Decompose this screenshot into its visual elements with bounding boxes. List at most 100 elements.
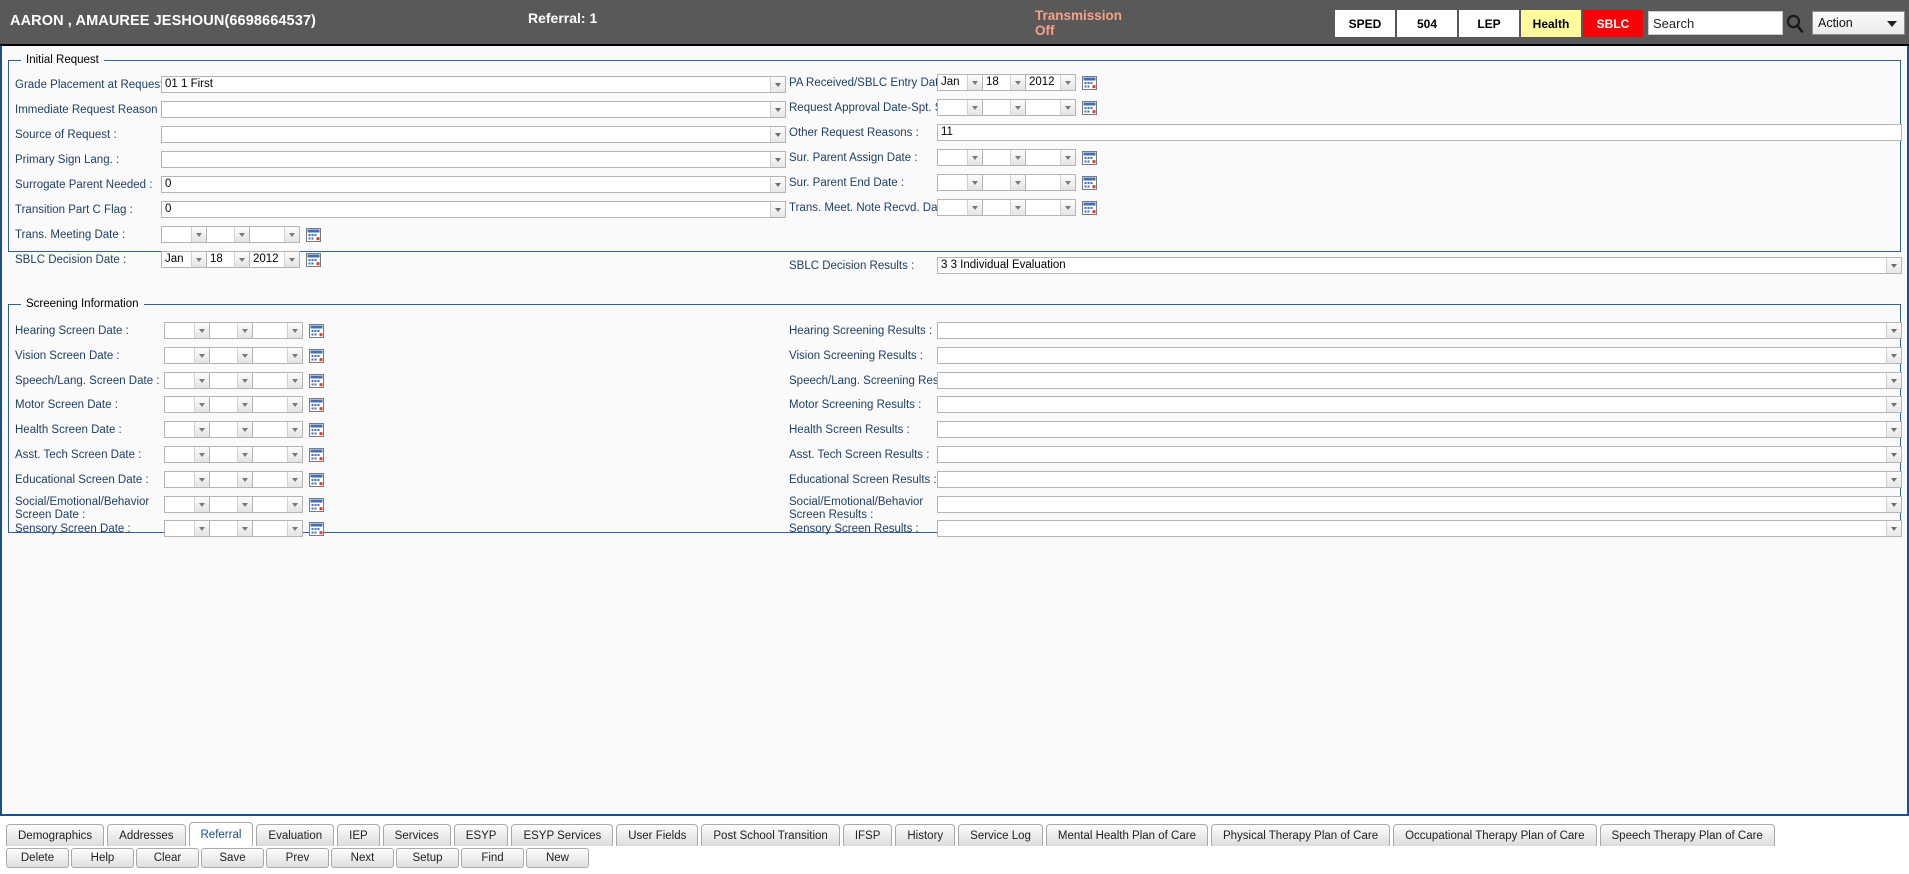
vision-screen-date-year-select[interactable] (252, 347, 303, 364)
calendar-icon[interactable] (309, 397, 324, 412)
field-health-screen-results[interactable] (937, 421, 1902, 438)
field-asst-tech-screen-results[interactable] (937, 446, 1902, 463)
calendar-icon[interactable] (1082, 150, 1097, 165)
calendar-icon[interactable] (306, 227, 321, 242)
calendar-icon[interactable] (1082, 200, 1097, 215)
motor-screen-date-month-select[interactable] (164, 396, 210, 413)
health-screen-date-month-select[interactable] (164, 421, 210, 438)
speech-lang-screen-date-year-select[interactable] (252, 372, 303, 389)
sur-parent-end-date-month-select[interactable] (937, 174, 983, 191)
field-motor-screening-results[interactable] (937, 396, 1902, 413)
field-sensory-screen-results[interactable] (937, 520, 1902, 537)
request-approval-date-spt-serv-day-select[interactable] (982, 99, 1026, 116)
field-sblc-decision-results[interactable]: 3 3 Individual Evaluation (937, 257, 1902, 274)
speech-lang-screen-date-month-select[interactable] (164, 372, 210, 389)
speech-lang-screen-date-day-select[interactable] (209, 372, 253, 389)
sblc-decision-date-day-select[interactable]: 18 (206, 251, 250, 268)
field-transition-part-c-flag[interactable]: 0 (161, 201, 786, 218)
tab-history[interactable]: History (895, 824, 956, 846)
setup-button[interactable]: Setup (396, 848, 459, 868)
program-button-lep[interactable]: LEP (1459, 10, 1519, 37)
field-immediate-request-reason[interactable] (161, 101, 786, 118)
sblc-decision-date-year-select[interactable]: 2012 (249, 251, 300, 268)
tab-physical-therapy-plan-of-care[interactable]: Physical Therapy Plan of Care (1210, 824, 1391, 846)
asst-tech-screen-date-year-select[interactable] (252, 446, 303, 463)
request-approval-date-spt-serv-month-select[interactable] (937, 99, 983, 116)
calendar-icon[interactable] (309, 422, 324, 437)
motor-screen-date-year-select[interactable] (252, 396, 303, 413)
educational-screen-date-year-select[interactable] (252, 471, 303, 488)
calendar-icon[interactable] (309, 497, 324, 512)
request-approval-date-spt-serv-year-select[interactable] (1025, 99, 1076, 116)
trans-meet-note-recvd-date-year-select[interactable] (1025, 199, 1076, 216)
hearing-screen-date-year-select[interactable] (252, 322, 303, 339)
calendar-icon[interactable] (1082, 100, 1097, 115)
trans-meeting-date-day-select[interactable] (206, 226, 250, 243)
field-other-request-reasons[interactable]: 11 (937, 124, 1902, 141)
save-button[interactable]: Save (201, 848, 264, 868)
social-emotional-behavior-screen-date-month-select[interactable] (164, 496, 210, 513)
calendar-icon[interactable] (309, 521, 324, 536)
sur-parent-assign-date-year-select[interactable] (1025, 149, 1076, 166)
field-grade-placement-at-request[interactable]: 01 1 First (161, 76, 786, 93)
tab-esyp[interactable]: ESYP (453, 824, 509, 846)
health-screen-date-day-select[interactable] (209, 421, 253, 438)
social-emotional-behavior-screen-date-year-select[interactable] (252, 496, 303, 513)
sur-parent-assign-date-day-select[interactable] (982, 149, 1026, 166)
calendar-icon[interactable] (1082, 175, 1097, 190)
tab-ifsp[interactable]: IFSP (842, 824, 893, 846)
sensory-screen-date-day-select[interactable] (209, 520, 253, 537)
program-button-sped[interactable]: SPED (1335, 10, 1395, 37)
field-social-emotional-behavior-screen-results[interactable] (937, 496, 1902, 513)
trans-meet-note-recvd-date-month-select[interactable] (937, 199, 983, 216)
tab-services[interactable]: Services (382, 824, 451, 846)
field-surrogate-parent-needed[interactable]: 0 (161, 176, 786, 193)
calendar-icon[interactable] (309, 348, 324, 363)
help-button[interactable]: Help (71, 848, 134, 868)
sur-parent-assign-date-month-select[interactable] (937, 149, 983, 166)
program-button-504[interactable]: 504 (1397, 10, 1457, 37)
calendar-icon[interactable] (309, 472, 324, 487)
pa-received-sblc-entry-date-year-select[interactable]: 2012 (1025, 74, 1076, 91)
tab-demographics[interactable]: Demographics (6, 824, 105, 846)
educational-screen-date-day-select[interactable] (209, 471, 253, 488)
clear-button[interactable]: Clear (136, 848, 199, 868)
asst-tech-screen-date-month-select[interactable] (164, 446, 210, 463)
vision-screen-date-month-select[interactable] (164, 347, 210, 364)
next-button[interactable]: Next (331, 848, 394, 868)
asst-tech-screen-date-day-select[interactable] (209, 446, 253, 463)
search-icon[interactable] (1784, 11, 1806, 35)
social-emotional-behavior-screen-date-day-select[interactable] (209, 496, 253, 513)
trans-meet-note-recvd-date-day-select[interactable] (982, 199, 1026, 216)
field-primary-sign-lang[interactable] (161, 151, 786, 168)
sur-parent-end-date-year-select[interactable] (1025, 174, 1076, 191)
tab-occupational-therapy-plan-of-care[interactable]: Occupational Therapy Plan of Care (1393, 824, 1597, 846)
calendar-icon[interactable] (306, 252, 321, 267)
tab-evaluation[interactable]: Evaluation (256, 824, 335, 846)
tab-esyp-services[interactable]: ESYP Services (511, 824, 614, 846)
calendar-icon[interactable] (309, 373, 324, 388)
action-dropdown[interactable]: Action (1812, 11, 1905, 35)
pa-received-sblc-entry-date-day-select[interactable]: 18 (982, 74, 1026, 91)
delete-button[interactable]: Delete (6, 848, 69, 868)
prev-button[interactable]: Prev (266, 848, 329, 868)
trans-meeting-date-year-select[interactable] (249, 226, 300, 243)
tab-iep[interactable]: IEP (337, 824, 380, 846)
field-hearing-screening-results[interactable] (937, 322, 1902, 339)
vision-screen-date-day-select[interactable] (209, 347, 253, 364)
tab-user-fields[interactable]: User Fields (616, 824, 699, 846)
hearing-screen-date-day-select[interactable] (209, 322, 253, 339)
tab-post-school-transition[interactable]: Post School Transition (701, 824, 840, 846)
sensory-screen-date-year-select[interactable] (252, 520, 303, 537)
pa-received-sblc-entry-date-month-select[interactable]: Jan (937, 74, 983, 91)
tab-addresses[interactable]: Addresses (107, 824, 186, 846)
program-button-health[interactable]: Health (1521, 10, 1581, 37)
sblc-decision-date-month-select[interactable]: Jan (161, 251, 207, 268)
sur-parent-end-date-day-select[interactable] (982, 174, 1026, 191)
motor-screen-date-day-select[interactable] (209, 396, 253, 413)
calendar-icon[interactable] (309, 323, 324, 338)
search-input[interactable] (1648, 11, 1783, 35)
new-button[interactable]: New (526, 848, 589, 868)
field-speech-lang-screening-results[interactable] (937, 372, 1902, 389)
trans-meeting-date-month-select[interactable] (161, 226, 207, 243)
